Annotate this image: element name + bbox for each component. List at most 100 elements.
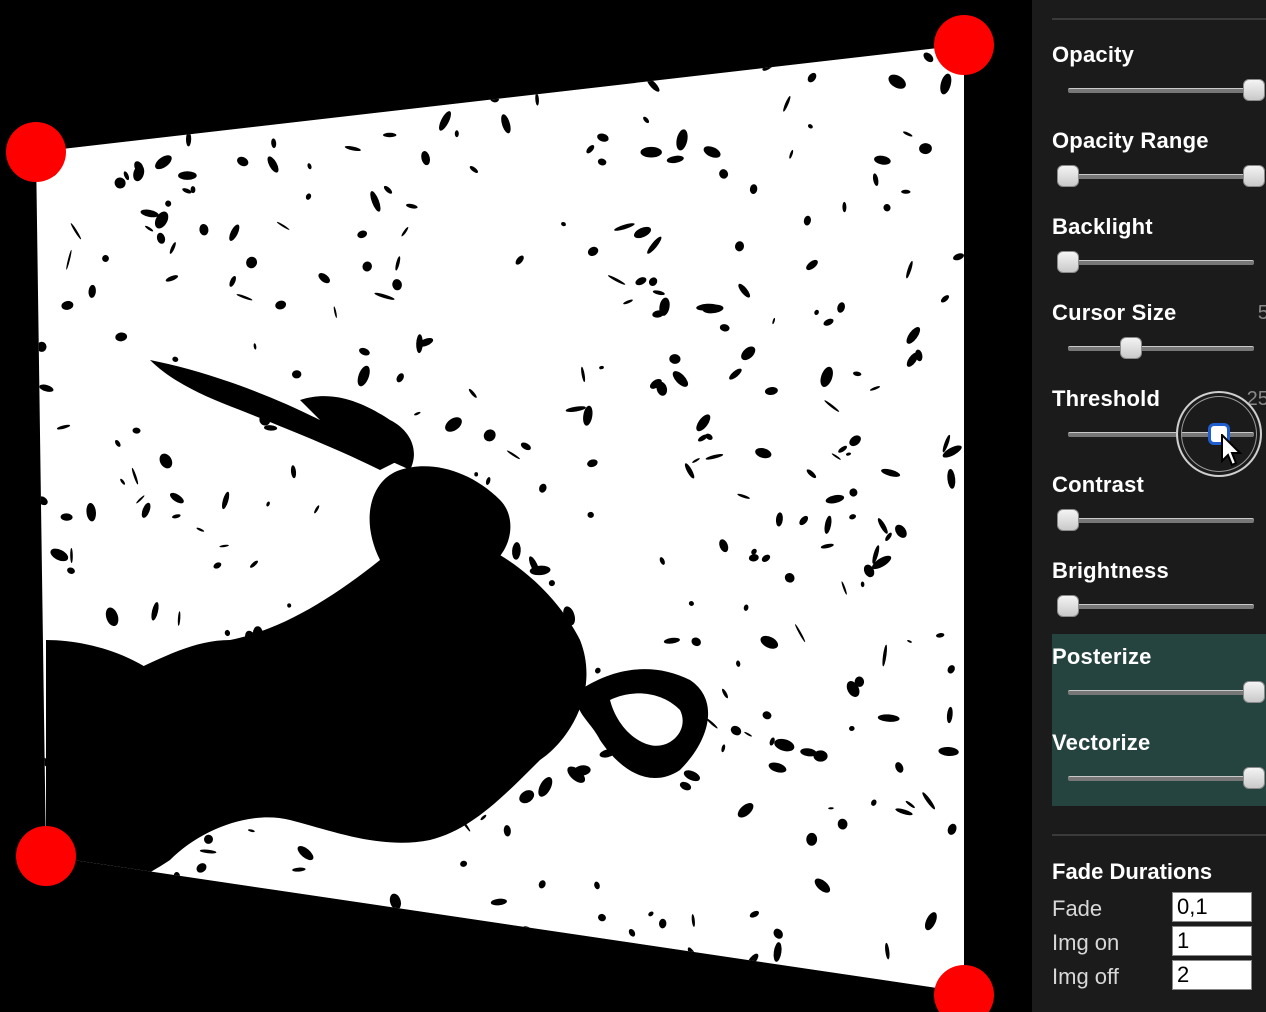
contrast-slider-track[interactable] xyxy=(1068,518,1254,523)
img-on-row: Img on xyxy=(1052,926,1266,960)
img-on-input[interactable] xyxy=(1172,926,1252,956)
opacity-slider-track[interactable] xyxy=(1068,88,1254,93)
image-speckle xyxy=(687,58,694,67)
image-speckle xyxy=(131,60,141,70)
brightness-label: Brightness xyxy=(1052,558,1169,583)
cursor-size-label: Cursor Size xyxy=(1052,300,1177,325)
posterize-label: Posterize xyxy=(1052,644,1152,669)
image-speckle xyxy=(310,935,320,949)
opacity-range-slider-track[interactable] xyxy=(1068,174,1254,179)
image-speckle xyxy=(118,89,128,101)
image-speckle xyxy=(458,918,466,925)
corner-handle-top-right[interactable] xyxy=(934,15,994,75)
image-speckle xyxy=(640,146,662,158)
image-speckle xyxy=(296,45,307,56)
image-speckle xyxy=(340,917,352,930)
slider-control-backlight: Backlight xyxy=(1052,204,1266,290)
image-speckle xyxy=(510,78,517,89)
image-speckle xyxy=(178,171,197,180)
brightness-slider-track[interactable] xyxy=(1068,604,1254,609)
image-speckle xyxy=(445,944,452,953)
image-speckle xyxy=(352,64,371,78)
threshold-value: 256 xyxy=(1246,388,1266,410)
image-speckle xyxy=(61,70,77,87)
image-speckle xyxy=(500,946,507,953)
img-off-row: Img off xyxy=(1052,960,1266,994)
image-speckle xyxy=(152,55,156,74)
slider-control-brightness: Brightness xyxy=(1052,548,1266,634)
image-speckle xyxy=(52,982,63,987)
posterize-slider-thumb[interactable] xyxy=(1243,681,1265,703)
backlight-slider-track[interactable] xyxy=(1068,260,1254,265)
image-speckle xyxy=(454,130,459,138)
opacity-range-min-thumb[interactable] xyxy=(1057,165,1079,187)
image-speckle xyxy=(320,109,327,115)
image-speckle xyxy=(478,55,489,63)
corner-handle-bottom-left[interactable] xyxy=(16,826,76,886)
image-speckle xyxy=(336,90,349,96)
img-off-input[interactable] xyxy=(1172,960,1252,990)
cursor-size-slider-thumb[interactable] xyxy=(1120,337,1143,359)
image-speckle xyxy=(431,965,453,971)
cursor-size-slider-track[interactable] xyxy=(1068,346,1254,351)
image-speckle xyxy=(337,909,344,916)
image-speckle xyxy=(573,669,586,673)
image-speckle xyxy=(457,60,473,77)
image-speckle xyxy=(383,132,397,138)
opacity-range-max-thumb[interactable] xyxy=(1243,165,1265,187)
image-speckle xyxy=(326,97,334,113)
image-speckle xyxy=(357,939,370,955)
fade-input[interactable] xyxy=(1172,892,1252,922)
vectorize-slider-thumb[interactable] xyxy=(1243,767,1265,789)
brightness-slider-thumb[interactable] xyxy=(1057,595,1079,617)
image-speckle xyxy=(761,978,768,985)
slider-control-cursor-size: Cursor Size 50 xyxy=(1052,290,1266,376)
image-speckle xyxy=(545,68,555,77)
opacity-slider-thumb[interactable] xyxy=(1243,79,1265,101)
corner-handle-top-left[interactable] xyxy=(6,122,66,182)
image-speckle xyxy=(171,959,177,970)
image-speckle xyxy=(710,962,723,967)
image-speckle xyxy=(98,976,103,982)
slider-control-posterize: Posterize xyxy=(1052,634,1266,720)
image-speckle xyxy=(454,49,465,60)
image-speckle xyxy=(128,960,147,965)
panel-divider-bottom xyxy=(1052,834,1266,836)
threshold-slider-thumb[interactable] xyxy=(1207,423,1230,445)
image-speckle xyxy=(246,51,259,62)
image-speckle xyxy=(503,982,514,992)
image-speckle xyxy=(188,45,195,59)
vectorize-slider-track[interactable] xyxy=(1068,776,1254,781)
image-speckle xyxy=(727,970,741,981)
image-speckle xyxy=(530,961,537,968)
slider-control-opacity: Opacity xyxy=(1052,32,1266,118)
img-off-label: Img off xyxy=(1052,964,1119,989)
image-speckle xyxy=(587,70,599,82)
image-speckle xyxy=(330,908,338,914)
fade-label: Fade xyxy=(1052,896,1103,921)
image-speckle xyxy=(506,975,511,982)
warped-image xyxy=(36,45,964,992)
opacity-range-label: Opacity Range xyxy=(1052,128,1209,153)
posterize-slider-track[interactable] xyxy=(1068,690,1254,695)
image-speckle xyxy=(303,935,314,951)
fade-durations-section: Fade Durations Fade Img on Img off xyxy=(1052,852,1266,994)
img-on-label: Img on xyxy=(1052,930,1120,955)
image-speckle xyxy=(107,98,126,113)
threshold-label: Threshold xyxy=(1052,386,1161,411)
image-speckle xyxy=(640,55,645,60)
image-speckle xyxy=(112,111,120,117)
slider-control-vectorize: Vectorize xyxy=(1052,720,1266,806)
image-speckle xyxy=(69,73,81,94)
contrast-slider-thumb[interactable] xyxy=(1057,509,1079,531)
backlight-slider-thumb[interactable] xyxy=(1057,251,1079,273)
image-speckle xyxy=(67,902,90,907)
panel-divider-top xyxy=(1052,18,1266,20)
control-panel: Opacity Opacity Range Backlight Cursor Size… xyxy=(1032,0,1266,1012)
slider-control-threshold: Threshold 256 xyxy=(1052,376,1266,477)
contrast-label: Contrast xyxy=(1052,472,1145,497)
warp-canvas[interactable] xyxy=(0,0,1032,1012)
fade-row: Fade xyxy=(1052,892,1266,926)
image-speckle xyxy=(198,95,218,103)
vectorize-label: Vectorize xyxy=(1052,730,1151,755)
